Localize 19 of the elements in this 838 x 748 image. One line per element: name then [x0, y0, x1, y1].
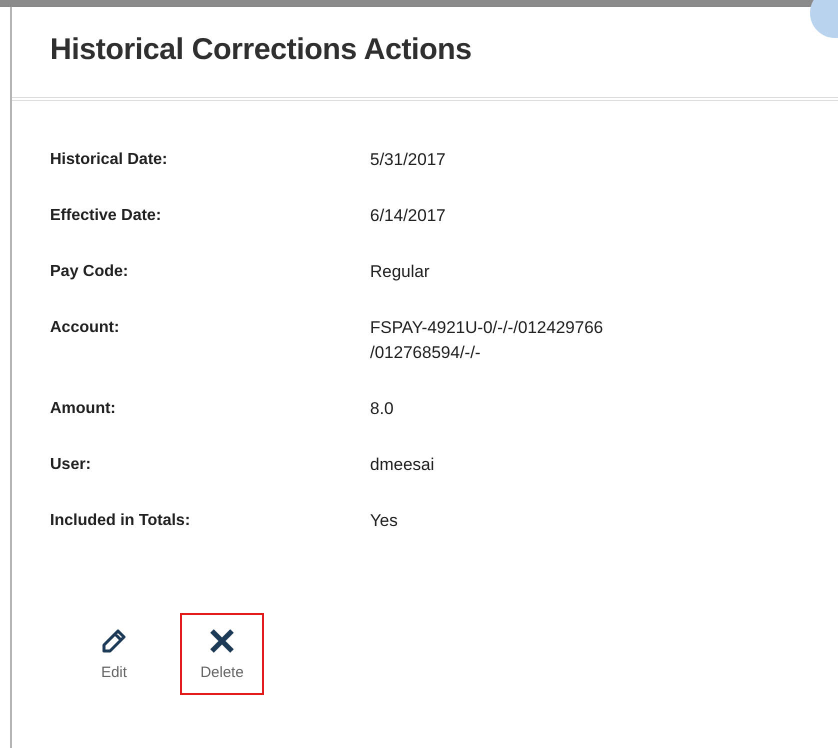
field-value: 5/31/2017: [370, 149, 447, 171]
close-icon: [209, 628, 235, 654]
field-label: Included in Totals:: [50, 511, 192, 531]
delete-button[interactable]: Delete: [180, 613, 264, 695]
field-label: Pay Code:: [50, 262, 130, 282]
pencil-icon: [101, 628, 127, 654]
field-label: Effective Date:: [50, 206, 162, 226]
field-value: Regular: [370, 261, 431, 283]
field-value: dmeesai: [370, 454, 436, 476]
field-value: FSPAY-4921U-0/-/-/012429766 /012768594/-/-: [370, 317, 604, 364]
field-value: 6/14/2017: [370, 205, 447, 227]
field-label: Account:: [50, 318, 120, 338]
dialog-title: Historical Corrections Actions: [50, 33, 473, 67]
field-label: Historical Date:: [50, 150, 168, 170]
edit-button[interactable]: Edit: [72, 613, 156, 695]
field-label: User:: [50, 455, 92, 475]
field-value: Yes: [370, 510, 399, 532]
field-value: 8.0: [370, 398, 395, 420]
field-label: Amount:: [50, 399, 117, 419]
